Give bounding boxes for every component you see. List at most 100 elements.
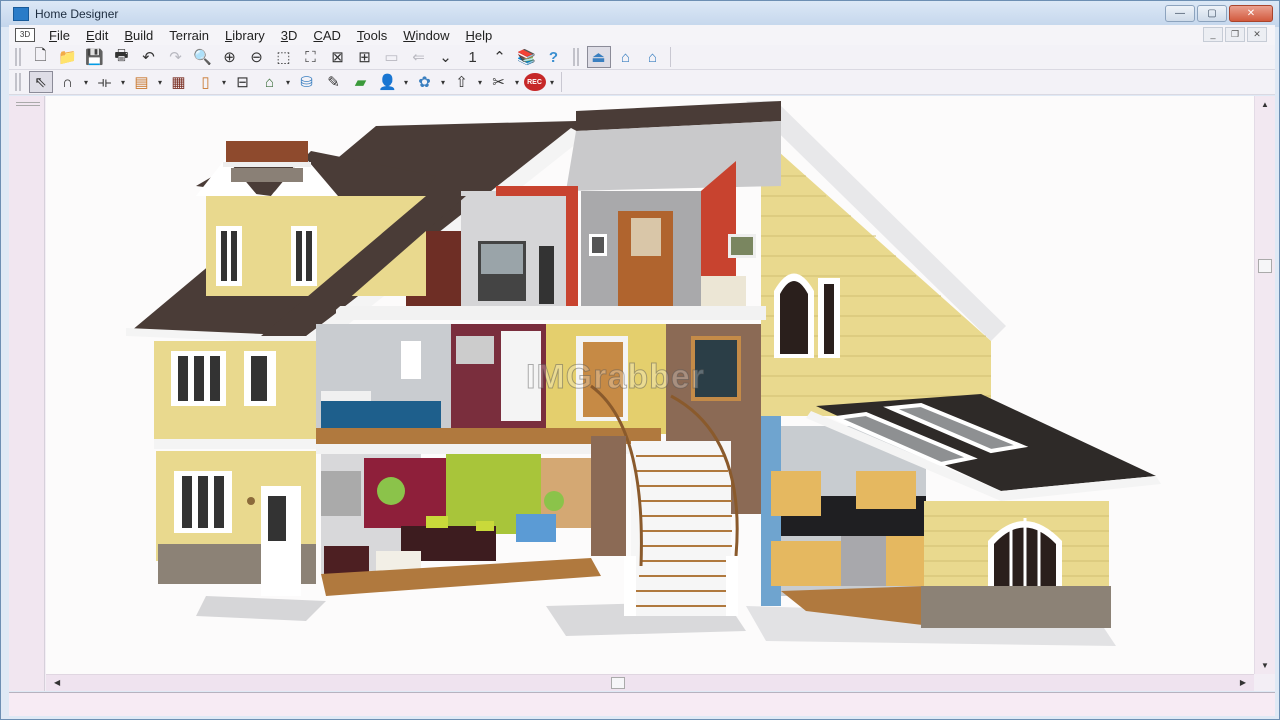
build-toolbar: ⇖ ∩ ▾ ⟛ ▾ ▤ ▾ ▦ ▯ ▾ ⊟ ⌂ ▾ ⛁ ✎ ▰ 👤 ▾ ✿ ▾ ⇧ ▾ ✂ ▾ REC ▾ [9, 70, 1275, 95]
scroll-down-arrow-icon[interactable]: ▼ [1261, 661, 1269, 670]
menu-edit[interactable]: Edit [78, 28, 116, 43]
menu-bar: 3D File Edit Build Terrain Library 3D CAD Tools… [9, 25, 1275, 45]
dropdown-arrow-icon[interactable]: ▾ [81, 71, 91, 93]
camera-dollhouse-icon[interactable]: ⌂ [641, 46, 665, 68]
panel-handle[interactable] [16, 102, 40, 106]
people-icon[interactable]: 👤 [376, 71, 400, 93]
dropdown-arrow-icon[interactable]: ▾ [155, 71, 165, 93]
scroll-up-arrow-icon[interactable]: ▲ [1261, 100, 1269, 109]
vertical-scrollbar[interactable]: ▲ ▼ [1254, 96, 1275, 674]
fill-window-icon[interactable]: ⛶ [299, 46, 323, 68]
select-arrow-icon[interactable]: ⇖ [28, 71, 53, 93]
lower-cabinet [771, 541, 841, 586]
dropdown-arrow-icon[interactable]: ▾ [512, 71, 522, 93]
fireplace-icon[interactable]: ▦ [167, 71, 191, 93]
maximize-button[interactable]: ▢ [1197, 5, 1227, 22]
dimension-icon[interactable]: ✂ [487, 71, 511, 93]
save-icon[interactable]: 💾 [83, 46, 107, 68]
undo-icon[interactable]: ↶ [137, 46, 161, 68]
toolbar-grip[interactable] [15, 73, 21, 91]
arrow-up-icon[interactable]: ⇧ [450, 71, 474, 93]
dormer-window [216, 226, 242, 286]
menu-file[interactable]: File [41, 28, 78, 43]
floor-down-icon[interactable]: ⌄ [434, 46, 458, 68]
watermark: IMGrabber [525, 358, 706, 397]
close-button[interactable]: ✕ [1229, 5, 1273, 22]
floor-up-icon[interactable]: ⌃ [488, 46, 512, 68]
menu-help[interactable]: Help [457, 28, 500, 43]
move-icon[interactable]: ⇐ [407, 46, 431, 68]
print-icon[interactable]: 🖶 [110, 46, 134, 68]
doc-minimize-button[interactable]: _ [1203, 27, 1223, 42]
pan-icon[interactable]: ⊞ [353, 46, 377, 68]
document-icon[interactable]: 3D [15, 28, 35, 42]
toolbar-grip[interactable] [15, 48, 21, 66]
menu-3d[interactable]: 3D [273, 28, 306, 43]
minimize-button[interactable]: — [1165, 5, 1195, 22]
window-tool-icon[interactable]: ⊟ [231, 71, 255, 93]
menu-accelerator: 3 [280, 27, 289, 43]
horizontal-scrollbar[interactable]: ◀ ▶ [46, 674, 1254, 691]
wall-icon[interactable]: ⟛ [93, 71, 117, 93]
door-icon[interactable]: ▯ [194, 71, 218, 93]
fit-view-icon[interactable]: ⊠ [326, 46, 350, 68]
dropdown-arrow-icon[interactable]: ▾ [438, 71, 448, 93]
zoom-in-icon[interactable]: ⊕ [218, 46, 242, 68]
toolbar-separator [561, 72, 562, 92]
record-icon[interactable]: REC [523, 73, 546, 91]
menu-build[interactable]: Build [116, 28, 161, 43]
floor-number-icon[interactable]: 1 [461, 46, 485, 68]
scroll-left-arrow-icon[interactable]: ◀ [54, 678, 60, 687]
cabinet-icon[interactable]: ▤ [130, 71, 154, 93]
camera-exterior-icon[interactable]: ⏏ [586, 46, 611, 68]
dropdown-arrow-icon[interactable]: ▾ [547, 71, 557, 93]
3d-view-canvas[interactable]: IMGrabber [46, 96, 1254, 674]
menu-label: ools [363, 27, 388, 43]
open-folder-icon[interactable]: 📁 [56, 46, 80, 68]
material-brush-icon[interactable]: ▰ [349, 71, 373, 93]
house-photo-icon[interactable]: ⌂ [258, 71, 282, 93]
dropdown-arrow-icon[interactable]: ▾ [283, 71, 293, 93]
help-icon[interactable]: ? [542, 46, 566, 68]
chimney [226, 141, 308, 163]
library-book-icon[interactable]: 📚 [515, 46, 539, 68]
dropdown-arrow-icon[interactable]: ▾ [219, 71, 229, 93]
paint-bucket-icon[interactable]: ⛁ [295, 71, 319, 93]
camera-overview-icon[interactable]: ⌂ [614, 46, 638, 68]
eyedropper-icon[interactable]: ✎ [322, 71, 346, 93]
menu-terrain[interactable]: Terrain [161, 28, 217, 43]
app-logo-icon [13, 7, 29, 21]
scroll-right-arrow-icon[interactable]: ▶ [1240, 678, 1246, 687]
redo-icon[interactable]: ↷ [164, 46, 188, 68]
menu-accelerator: C [313, 27, 323, 43]
zoom-out-icon[interactable]: ⊖ [245, 46, 269, 68]
zoom-box-icon[interactable]: ⬚ [272, 46, 296, 68]
menu-label: ile [56, 27, 70, 43]
spline-icon[interactable]: ∩ [56, 71, 80, 93]
horizontal-scroll-thumb[interactable] [611, 677, 625, 689]
doc-restore-button[interactable]: ❐ [1225, 27, 1245, 42]
doc-close-button[interactable]: ✕ [1247, 27, 1267, 42]
menu-window[interactable]: Window [395, 28, 457, 43]
menu-accelerator: E [85, 27, 95, 43]
dropdown-arrow-icon[interactable]: ▾ [475, 71, 485, 93]
standard-toolbar: 🗋 📁 💾 🖶 ↶ ↷ 🔍 ⊕ ⊖ ⬚ ⛶ ⊠ ⊞ ▭ ⇐ ⌄ 1 ⌃ 📚? ⏏ ⌂ ⌂ [9, 45, 1275, 70]
menu-label: D [288, 27, 298, 43]
menu-library[interactable]: Library [217, 28, 273, 43]
dropdown-arrow-icon[interactable]: ▾ [118, 71, 128, 93]
document-area: IMGrabber ▲ ▼ ◀ ▶ [9, 96, 1275, 691]
object-icon[interactable]: ✿ [413, 71, 437, 93]
menu-label: Terrain [169, 27, 210, 43]
layer-icon[interactable]: ▭ [380, 46, 404, 68]
menu-tools[interactable]: Tools [349, 28, 395, 43]
attic-floor-slab [336, 306, 766, 320]
staircase [631, 441, 731, 616]
toolbar-grip[interactable] [573, 48, 579, 66]
vertical-scroll-thumb[interactable] [1258, 259, 1272, 273]
dropdown-arrow-icon[interactable]: ▾ [401, 71, 411, 93]
status-bar [9, 692, 1275, 716]
zoom-icon[interactable]: 🔍 [191, 46, 215, 68]
menu-label: dit [94, 27, 109, 43]
new-file-icon[interactable]: 🗋 [29, 46, 53, 68]
menu-cad[interactable]: CAD [305, 28, 348, 43]
